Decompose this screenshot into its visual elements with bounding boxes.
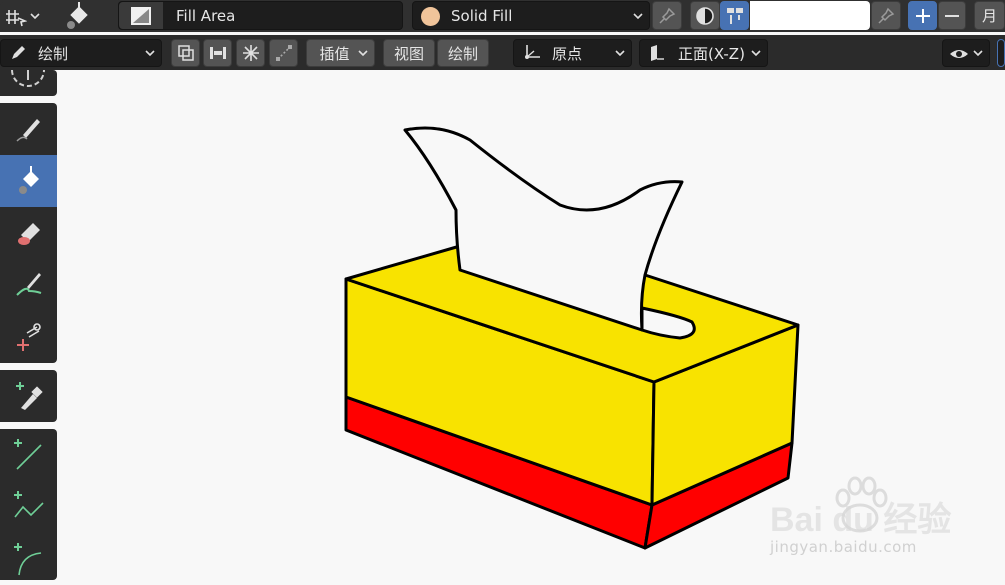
tool-polyline[interactable] [0,481,57,533]
tool-line[interactable] [0,429,57,481]
tool-draw[interactable] [0,103,57,155]
brush-selector[interactable]: Fill Area [118,1,403,30]
record-frame-icon [209,47,226,59]
orientation-label: 正面(X-Z) [678,44,745,63]
layer-mode-toggle[interactable] [720,1,749,30]
ruler-icon [275,45,292,61]
tint-brush-icon [15,273,41,296]
layer-name-input[interactable] [750,1,870,30]
add-layer-button[interactable] [908,1,937,30]
tool-group-primitives [0,429,57,580]
line-icon [13,439,42,470]
half-circle-icon [696,6,714,25]
ruler-button[interactable] [269,39,298,67]
tool-arc[interactable] [0,533,57,585]
remove-layer-button[interactable] [938,1,966,30]
draw-label: 绘制 [447,44,478,63]
snowflake-icon [242,45,259,61]
top-bar: Fill Area Solid Fill 月 [0,0,1005,32]
fill-bucket-icon [67,2,88,29]
tool-header: 绘制 插值 视图 绘制 原点 正面(X-Z) [0,35,1005,70]
minus-icon [945,14,959,17]
chevron-down-icon [358,50,368,57]
chevron-down-icon [145,50,155,57]
overlay-button[interactable] [997,39,1005,67]
interpolate-dropdown[interactable]: 插值 [306,39,375,67]
color-mode-toggle[interactable] [690,1,720,30]
stroke-placement-dropdown[interactable]: 原点 [513,39,632,67]
scissors-icon [16,323,41,351]
vertex-paint-icon [726,7,743,24]
brush-name: Fill Area [176,6,236,25]
select-mode-dropdown[interactable] [0,2,44,30]
eyedropper-icon [15,382,43,410]
drawing-plane-dropdown[interactable]: 正面(X-Z) [639,39,768,67]
pin-icon [659,7,676,24]
multiframe-button[interactable] [171,39,200,67]
polyline-icon [13,491,44,518]
chevron-down-icon [633,12,643,19]
mode-dropdown[interactable]: 绘制 [0,39,162,67]
draw-menu[interactable]: 绘制 [437,39,489,67]
brush-preview[interactable] [119,2,163,29]
chevron-down-icon [973,50,983,57]
arc-icon [13,543,41,576]
view-label: 视图 [393,44,424,63]
chevron-down-icon [751,50,761,57]
tool-group-draw [0,103,57,363]
select-box-icon [6,10,27,27]
autokey-button[interactable] [203,39,232,67]
pin-icon [878,7,895,24]
tool-fill[interactable] [0,155,57,207]
pencil-draw-icon [15,119,40,142]
chevron-down-icon [30,13,40,20]
tool-group-eyedropper [0,370,57,422]
origin-axes-icon [525,45,540,59]
tool-cutter[interactable] [0,311,57,363]
mode-label: 绘制 [38,44,69,63]
visibility-dropdown[interactable] [942,39,990,67]
guides-button[interactable] [236,39,265,67]
overflow-button[interactable]: 月 [974,1,1005,30]
pin-layer-button[interactable] [871,1,901,30]
interpolate-label: 插值 [319,44,350,63]
active-tool-icon-slot[interactable] [60,0,96,32]
material-dropdown[interactable]: Solid Fill [412,1,650,30]
tool-group-cursor [0,70,57,96]
pencil-icon [12,46,25,59]
tool-tint[interactable] [0,259,57,311]
watermark-brand: Bai du 经验 [770,501,952,539]
fill-bucket-icon [18,166,39,194]
brush-thumbnail-icon [131,7,151,25]
plus-icon [915,8,930,23]
view-menu[interactable]: 视图 [383,39,435,67]
layers-icon [177,45,194,61]
toolbar [0,70,57,580]
pin-material-button[interactable] [652,1,682,30]
eraser-icon [17,223,40,245]
eye-icon [950,50,968,58]
material-color-swatch [421,7,440,26]
material-name: Solid Fill [451,6,513,25]
watermark-url: jingyan.baidu.com [770,538,917,556]
tool-eyedropper[interactable] [0,370,57,422]
cursor-icon[interactable] [8,70,48,96]
plane-icon [651,45,664,61]
origin-label: 原点 [552,44,583,63]
tool-erase[interactable] [0,207,57,259]
overflow-label: 月 [981,7,997,25]
chevron-down-icon [615,50,625,57]
